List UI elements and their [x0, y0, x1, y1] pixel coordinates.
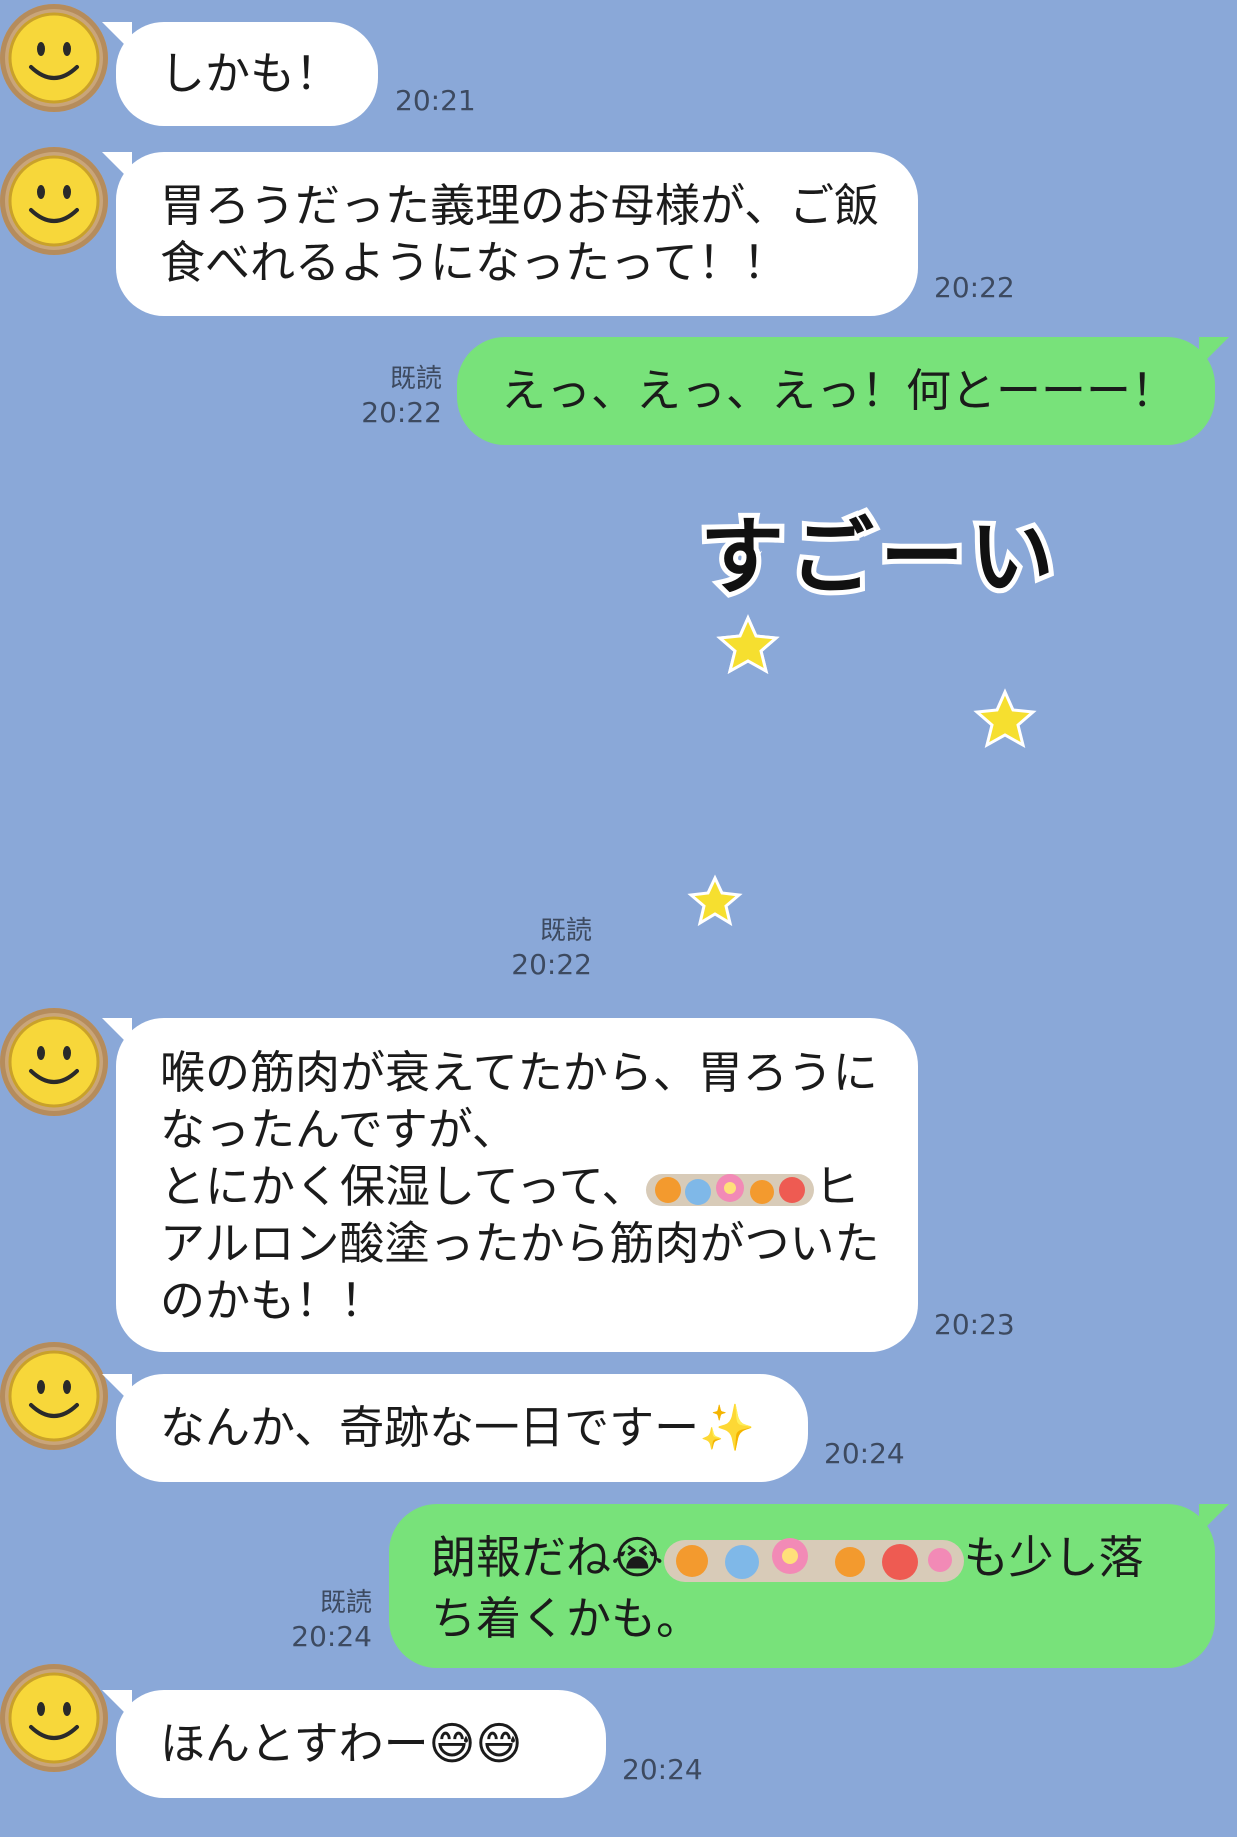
read-label: 既読	[539, 916, 592, 946]
message-bubble[interactable]: えっ、えっ、えっ！何とーーー！	[457, 337, 1229, 445]
message-text-line: 朗報だね😭 も少し落	[431, 1529, 1215, 1590]
message-bubble[interactable]: しかも！	[102, 22, 378, 126]
message-text-segment: も少し落	[963, 1531, 1144, 1584]
chat-window: しかも！ 20:21 胃ろうだった義理のお母様が、ご飯 食べれるようになったって…	[0, 0, 1237, 1837]
message-bubble[interactable]: 朗報だね😭 も少し落 ち着くかも。	[389, 1504, 1229, 1668]
message-text-line: 喉の筋肉が衰えてたから、胃ろうに	[160, 1046, 878, 1099]
avatar[interactable]	[0, 1008, 108, 1116]
smiley-face-icon	[8, 12, 100, 104]
message-text-line: とにかく保湿してって、 ヒ	[160, 1158, 918, 1215]
sticker-decorations	[687, 614, 1037, 927]
message-time: 20:24	[824, 1437, 905, 1470]
avatar[interactable]	[0, 4, 108, 112]
message-time: 20:24	[622, 1753, 703, 1786]
read-label: 既読	[319, 1588, 372, 1618]
message-bubble[interactable]: 胃ろうだった義理のお母様が、ご飯 食べれるようになったって！！	[102, 152, 918, 316]
sparkles-emoji: ✨	[699, 1401, 756, 1454]
message-text: しかも！	[160, 47, 341, 100]
smiley-face-icon	[8, 155, 100, 247]
read-receipt: 既読 20:22	[340, 362, 442, 430]
avatar[interactable]	[0, 1664, 108, 1772]
message-bubble[interactable]: なんか、奇跡な一日ですー✨	[102, 1374, 808, 1482]
sweat-smile-emoji: 😅😅	[428, 1717, 523, 1770]
message-text-line: アルロン酸塗ったから筋肉がついた	[160, 1217, 880, 1270]
message-text-line: 食べれるようになったって！！	[160, 236, 788, 289]
message-text-line: 胃ろうだった義理のお母様が、ご飯	[160, 179, 880, 232]
message-bubble[interactable]: ほんとすわー😅😅	[102, 1690, 606, 1798]
message-text-segment: とにかく保湿してって、	[160, 1160, 647, 1213]
message-text-line: ち着くかも。	[431, 1592, 702, 1645]
message-time: 20:21	[395, 84, 476, 117]
flower-sticker-icon	[663, 1538, 964, 1582]
message-bubble[interactable]: 喉の筋肉が衰えてたから、胃ろうに なったんですが、 とにかく保湿してって、 ヒ ア…	[102, 1018, 918, 1352]
avatar[interactable]	[0, 147, 108, 255]
crying-emoji: 😭	[611, 1531, 664, 1584]
message-text-line: のかも！！	[160, 1274, 386, 1327]
read-receipt: 既読 20:24	[264, 1586, 372, 1654]
smiley-face-icon	[8, 1350, 100, 1442]
message-text-segment: ヒ	[814, 1160, 860, 1213]
message-time: 20:22	[361, 396, 442, 429]
message-text: ほんとすわー	[160, 1717, 429, 1770]
cat-cheering-sticker[interactable]: すごーい	[640, 470, 1060, 970]
read-label: 既読	[389, 364, 442, 394]
message-text: なんか、奇跡な一日ですー	[160, 1401, 700, 1454]
avatar[interactable]	[0, 1342, 108, 1450]
message-time: 20:24	[291, 1620, 372, 1653]
message-time: 20:22	[511, 948, 592, 981]
read-receipt: 既読 20:22	[480, 914, 592, 982]
smiley-face-icon	[8, 1672, 100, 1764]
message-time: 20:23	[934, 1308, 1015, 1341]
message-time: 20:22	[934, 271, 1015, 304]
message-text-line: なったんですが、	[160, 1103, 517, 1156]
smiley-face-icon	[8, 1016, 100, 1108]
message-text: えっ、えっ、えっ！何とーーー！	[501, 364, 1177, 417]
message-text-segment: 朗報だね	[431, 1531, 612, 1584]
flower-sticker-icon	[646, 1174, 815, 1206]
